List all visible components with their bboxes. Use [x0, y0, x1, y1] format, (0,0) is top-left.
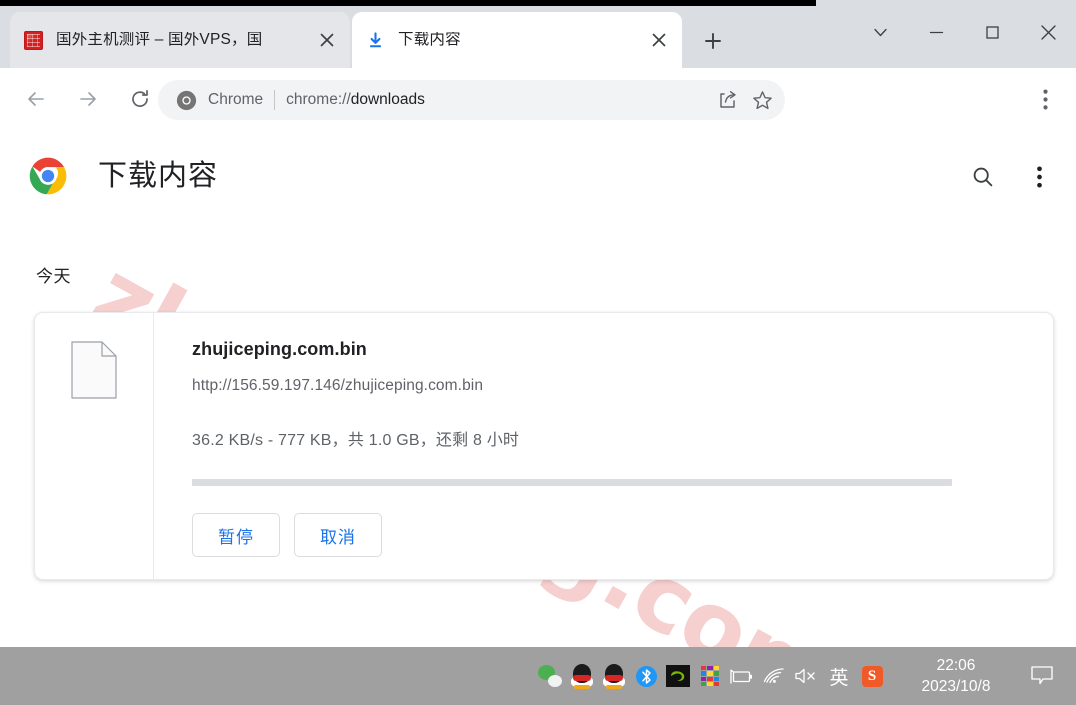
- downloads-header-actions: [964, 158, 1058, 196]
- omnibox-url-rest: downloads: [350, 91, 425, 108]
- notification-icon[interactable]: [1014, 651, 1070, 701]
- sogou-label: S: [861, 665, 883, 687]
- file-icon: [71, 341, 117, 399]
- pause-button[interactable]: 暂停: [192, 513, 280, 557]
- browser-menu-three-dots-icon[interactable]: [1026, 80, 1064, 118]
- share-icon[interactable]: [711, 83, 745, 117]
- download-actions: 暂停 取消: [192, 513, 1023, 557]
- browser-toolbar: Chrome chrome://downloads: [0, 68, 1076, 130]
- qq-icon[interactable]: [566, 654, 598, 698]
- forward-arrow-icon[interactable]: [69, 80, 107, 118]
- taskbar-time: 22:06: [936, 657, 976, 674]
- tab-title: 下载内容: [398, 32, 461, 48]
- search-icon[interactable]: [964, 158, 1002, 196]
- taskbar-clock[interactable]: 22:06 2023/10/8: [904, 651, 1008, 701]
- windows-taskbar: 英 S 22:06 2023/10/8: [0, 647, 1076, 705]
- download-file-icon-column: [35, 313, 154, 579]
- system-tray: 英 S 22:06 2023/10/8: [534, 651, 1076, 701]
- battery-icon[interactable]: [726, 654, 758, 698]
- star-icon[interactable]: [745, 83, 779, 117]
- nvidia-icon[interactable]: [662, 654, 694, 698]
- download-filename[interactable]: zhujiceping.com.bin: [192, 339, 1023, 360]
- wechat-icon[interactable]: [534, 654, 566, 698]
- download-item-card[interactable]: zhujiceping.com.bin http://156.59.197.14…: [34, 312, 1054, 580]
- minimize-button[interactable]: [908, 9, 964, 55]
- omnibox-separator: [274, 90, 276, 110]
- download-status-text: 36.2 KB/s - 777 KB，共 1.0 GB，还剩 8 小时: [192, 432, 520, 449]
- tab-close-icon[interactable]: [314, 27, 340, 53]
- omnibox-url[interactable]: chrome://downloads: [286, 91, 711, 109]
- site-favicon-icon: [24, 30, 43, 50]
- tab-site[interactable]: 国外主机测评 – 国外VPS，国: [10, 12, 350, 68]
- ime-language-indicator[interactable]: 英: [822, 654, 856, 698]
- window-controls: [852, 6, 1076, 58]
- chrome-logo: [28, 156, 68, 196]
- downloads-menu-three-dots-icon[interactable]: [1020, 158, 1058, 196]
- omnibox-scheme-label: Chrome: [208, 91, 264, 108]
- omnibox-url-prefix: chrome://: [286, 91, 351, 108]
- address-bar[interactable]: Chrome chrome://downloads: [158, 80, 785, 120]
- back-arrow-icon[interactable]: [17, 80, 55, 118]
- tab-downloads[interactable]: 下载内容: [352, 12, 682, 68]
- tab-title: 国外主机测评 – 国外VPS，国: [56, 32, 263, 48]
- tab-search-chevron-down-icon[interactable]: [852, 9, 908, 55]
- qq-icon-2[interactable]: [598, 654, 630, 698]
- cancel-button[interactable]: 取消: [294, 513, 382, 557]
- wifi-icon[interactable]: [758, 654, 790, 698]
- downloads-page: zhujiceping.com 下载内容: [0, 130, 1076, 647]
- maximize-button[interactable]: [964, 9, 1020, 55]
- sogou-input-icon[interactable]: S: [856, 654, 888, 698]
- taskbar-date: 2023/10/8: [921, 678, 991, 695]
- date-group-label: 今天: [36, 267, 71, 286]
- download-item-details: zhujiceping.com.bin http://156.59.197.14…: [154, 313, 1053, 579]
- download-icon: [366, 31, 385, 50]
- volume-muted-icon[interactable]: [790, 654, 822, 698]
- browser-window: 国外主机测评 – 国外VPS，国 下载内容 Chrome chrome://do…: [0, 0, 1076, 705]
- tab-strip: 国外主机测评 – 国外VPS，国 下载内容: [0, 0, 1076, 68]
- chrome-icon: [176, 90, 197, 111]
- tab-close-icon[interactable]: [646, 27, 672, 53]
- download-url: http://156.59.197.146/zhujiceping.com.bi…: [192, 377, 484, 394]
- downloads-page-header: 下载内容: [0, 130, 1076, 218]
- close-button[interactable]: [1020, 9, 1076, 55]
- color-grid-icon[interactable]: [694, 654, 726, 698]
- bluetooth-icon[interactable]: [630, 654, 662, 698]
- window-top-edge: [0, 0, 816, 6]
- reload-icon[interactable]: [121, 80, 159, 118]
- page-title: 下载内容: [98, 160, 219, 192]
- new-tab-button[interactable]: [696, 24, 730, 58]
- download-progress-bar: [192, 479, 952, 486]
